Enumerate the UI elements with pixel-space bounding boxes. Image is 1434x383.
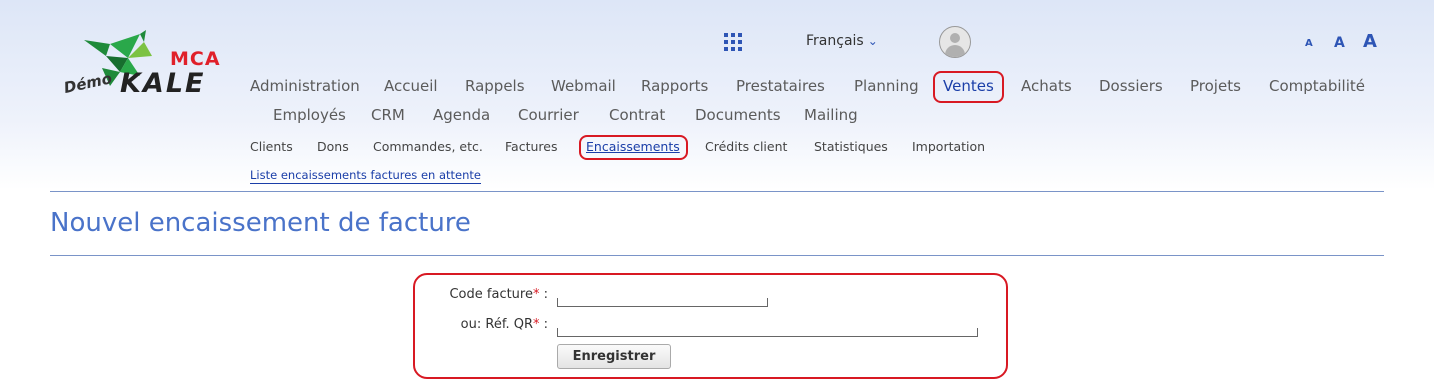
nav-item-administration[interactable]: Administration — [250, 77, 360, 95]
chevron-down-icon: ⌄ — [867, 34, 878, 48]
nav-item-rappels[interactable]: Rappels — [465, 77, 525, 95]
nav-item-documents[interactable]: Documents — [695, 106, 781, 124]
subnav-item-importation[interactable]: Importation — [912, 139, 985, 154]
header-divider — [50, 191, 1384, 192]
nav-item-crm[interactable]: CRM — [371, 106, 405, 124]
nav-item-courrier[interactable]: Courrier — [518, 106, 579, 124]
code-facture-label: Code facture* : — [398, 287, 548, 302]
logo-brand-top: MCA — [170, 48, 221, 70]
subnav-item-dons[interactable]: Dons — [317, 139, 349, 154]
subnav-item-clients[interactable]: Clients — [250, 139, 293, 154]
label-separator: : — [539, 287, 548, 302]
nav-item-rapports[interactable]: Rapports — [641, 77, 708, 95]
nav-item-prestataires[interactable]: Prestataires — [736, 77, 825, 95]
nav-item-agenda[interactable]: Agenda — [433, 106, 490, 124]
font-size-large-button[interactable]: A — [1363, 31, 1377, 52]
font-size-small-button[interactable]: A — [1305, 38, 1313, 49]
ref-qr-label: ou: Réf. QR* : — [398, 317, 548, 332]
nav-item-projets[interactable]: Projets — [1190, 77, 1241, 95]
title-divider — [50, 255, 1384, 256]
language-label: Français — [806, 33, 864, 49]
font-size-medium-button[interactable]: A — [1334, 35, 1345, 51]
nav-item-accueil[interactable]: Accueil — [384, 77, 438, 95]
nav-item-planning[interactable]: Planning — [854, 77, 919, 95]
nav-item-comptabilite[interactable]: Comptabilité — [1269, 77, 1365, 95]
apps-grid-icon[interactable] — [724, 33, 742, 51]
nav-item-dossiers[interactable]: Dossiers — [1099, 77, 1163, 95]
subnav-item-credits-client[interactable]: Crédits client — [705, 139, 787, 154]
subnav-item-encaissements[interactable]: Encaissements — [586, 139, 680, 154]
subnav-item-commandes[interactable]: Commandes, etc. — [373, 139, 483, 154]
subnav-item-factures[interactable]: Factures — [505, 139, 557, 154]
user-avatar-icon[interactable] — [939, 26, 971, 58]
ref-qr-label-text: ou: Réf. QR — [460, 317, 533, 332]
label-separator: : — [539, 317, 548, 332]
nav-item-contrat[interactable]: Contrat — [609, 106, 665, 124]
ref-qr-input[interactable] — [557, 328, 978, 337]
pending-payments-link[interactable]: Liste encaissements factures en attente — [250, 168, 481, 184]
save-button[interactable]: Enregistrer — [557, 344, 671, 369]
logo-brand-main: KALE — [120, 68, 206, 99]
code-facture-label-text: Code facture — [449, 287, 533, 302]
code-facture-input[interactable] — [557, 298, 768, 307]
nav-item-ventes[interactable]: Ventes — [943, 77, 994, 95]
nav-item-webmail[interactable]: Webmail — [551, 77, 616, 95]
language-selector[interactable]: Français ⌄ — [806, 33, 878, 49]
nav-item-mailing[interactable]: Mailing — [804, 106, 858, 124]
subnav-item-statistiques[interactable]: Statistiques — [814, 139, 888, 154]
page-title: Nouvel encaissement de facture — [50, 208, 471, 238]
nav-item-achats[interactable]: Achats — [1021, 77, 1072, 95]
nav-item-employes[interactable]: Employés — [273, 106, 346, 124]
